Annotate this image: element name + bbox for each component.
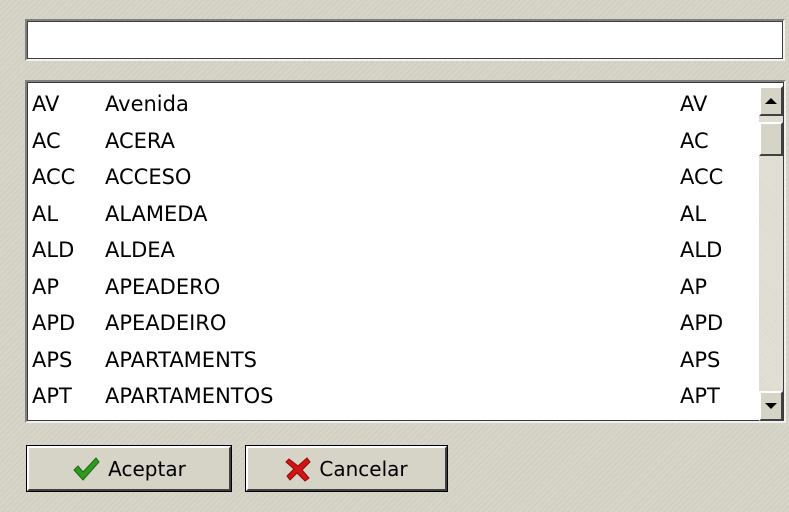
list-item-code: ALD <box>32 238 75 262</box>
list-item[interactable]: AV Avenida AV <box>30 86 752 123</box>
list-item-name: ALAMEDA <box>105 201 208 226</box>
x-icon <box>285 456 312 482</box>
list-item-code: APS <box>32 347 73 372</box>
street-type-list[interactable]: AV Avenida AV AC ACERA AC ACC ACCESO ACC… <box>25 80 786 423</box>
vertical-scrollbar[interactable] <box>759 86 783 421</box>
list-item[interactable]: APT APARTAMENTOS APT <box>30 378 752 415</box>
list-item-code: AV <box>32 92 60 116</box>
list-item-abbr: APT <box>680 384 720 408</box>
list-item-code: AL <box>32 201 59 226</box>
list-item[interactable]: APS APARTAMENTS APS <box>30 342 752 379</box>
list-item-abbr: APS <box>680 347 721 372</box>
list-item[interactable]: ALD ALDEA ALD <box>30 232 752 269</box>
list-rows: AV Avenida AV AC ACERA AC ACC ACCESO ACC… <box>30 86 752 415</box>
accept-button[interactable]: Aceptar <box>26 445 232 492</box>
list-item-code: APT <box>32 384 72 408</box>
arrow-up-icon <box>765 98 777 104</box>
list-item-abbr: ACC <box>680 165 724 189</box>
scrollbar-thumb[interactable] <box>759 122 783 156</box>
scroll-up-button[interactable] <box>759 86 783 116</box>
arrow-down-icon <box>765 403 777 409</box>
list-item-abbr: AV <box>680 92 708 116</box>
list-item[interactable]: ACC ACCESO ACC <box>30 159 752 196</box>
list-item-name: ALDEA <box>105 238 175 262</box>
cancel-button[interactable]: Cancelar <box>245 445 448 492</box>
street-type-dialog: AV Avenida AV AC ACERA AC ACC ACCESO ACC… <box>0 0 789 512</box>
list-item-code: APD <box>32 311 76 335</box>
list-item-name: APEADERO <box>105 274 221 299</box>
list-item-abbr: ALD <box>680 238 723 262</box>
accept-button-label: Aceptar <box>108 456 186 481</box>
list-item-name: APEADEIRO <box>105 311 227 335</box>
list-item-code: AC <box>32 128 61 153</box>
list-item-abbr: AC <box>680 128 709 153</box>
list-item-name: APARTAMENTOS <box>105 384 274 408</box>
search-input[interactable] <box>25 19 785 61</box>
list-item-name: APARTAMENTS <box>105 347 257 372</box>
list-item-abbr: AP <box>680 274 708 299</box>
list-item-name: ACCESO <box>105 165 192 189</box>
list-item-name: Avenida <box>105 92 189 116</box>
cancel-button-label: Cancelar <box>319 456 408 481</box>
list-item-abbr: APD <box>680 311 724 335</box>
list-item-code: ACC <box>32 165 76 189</box>
list-item[interactable]: AP APEADERO AP <box>30 269 752 306</box>
list-item-name: ACERA <box>105 128 176 153</box>
list-item[interactable]: AL ALAMEDA AL <box>30 196 752 233</box>
checkmark-icon <box>72 456 100 482</box>
scroll-down-button[interactable] <box>759 391 783 421</box>
list-item[interactable]: APD APEADEIRO APD <box>30 305 752 342</box>
list-item-code: AP <box>32 274 60 299</box>
list-item-abbr: AL <box>680 201 707 226</box>
list-item[interactable]: AC ACERA AC <box>30 123 752 160</box>
